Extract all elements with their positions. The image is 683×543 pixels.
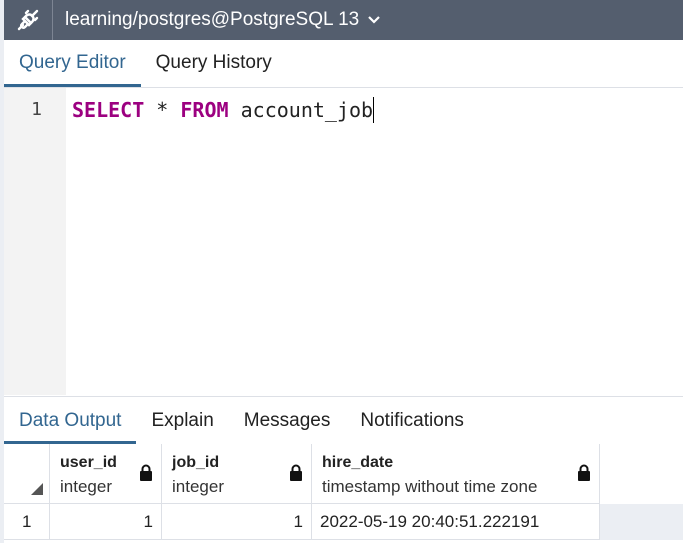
table-name-token: account_job <box>240 98 374 122</box>
column-header-user-id[interactable]: user_id integer <box>50 444 162 504</box>
plug-connection-icon[interactable] <box>4 0 52 40</box>
data-output-grid: user_id integer job_id integer hire_date… <box>4 444 683 543</box>
cell-job-id[interactable]: 1 <box>162 504 312 540</box>
cell-hire-date[interactable]: 2022-05-19 20:40:51.222191 <box>312 504 600 540</box>
column-name: job_id <box>172 454 220 471</box>
connection-separator <box>52 0 53 40</box>
tab-explain[interactable]: Explain <box>136 398 228 444</box>
tab-messages[interactable]: Messages <box>229 398 346 444</box>
lock-icon <box>577 464 591 487</box>
line-number: 1 <box>31 99 42 120</box>
text-cursor <box>373 97 375 123</box>
column-name: user_id <box>60 454 117 471</box>
line-gutter: 1 <box>4 88 66 395</box>
tab-notifications[interactable]: Notifications <box>345 398 479 444</box>
column-header-hire-date[interactable]: hire_date timestamp without time zone <box>312 444 600 504</box>
sql-editor[interactable]: 1 SELECT * FROM account_job <box>4 88 683 395</box>
editor-tabs: Query Editor Query History <box>4 40 683 88</box>
column-header-job-id[interactable]: job_id integer <box>162 444 312 504</box>
keyword-from: FROM <box>180 98 229 122</box>
lock-icon <box>289 464 303 487</box>
keyword-select: SELECT <box>72 98 145 122</box>
connection-bar: learning/postgres@PostgreSQL 13 <box>4 0 683 40</box>
chevron-down-icon[interactable] <box>367 15 381 25</box>
pgadmin-query-tool: learning/postgres@PostgreSQL 13 Query Ed… <box>0 0 683 543</box>
grid-empty-area <box>600 504 683 540</box>
output-tabs: Data Output Explain Messages Notificatio… <box>4 396 683 445</box>
connection-label[interactable]: learning/postgres@PostgreSQL 13 <box>65 9 359 31</box>
row-number-cell[interactable]: 1 <box>4 504 50 540</box>
column-type: integer <box>60 477 112 496</box>
tab-data-output[interactable]: Data Output <box>4 398 137 444</box>
tab-query-editor[interactable]: Query Editor <box>4 40 141 87</box>
sql-code-line[interactable]: SELECT * FROM account_job <box>72 97 375 123</box>
cell-user-id[interactable]: 1 <box>50 504 162 540</box>
select-all-corner[interactable] <box>4 444 50 504</box>
column-type: timestamp without time zone <box>322 477 538 496</box>
column-name: hire_date <box>322 454 394 471</box>
tab-query-history[interactable]: Query History <box>141 40 287 87</box>
column-type: integer <box>172 477 224 496</box>
star-token: * <box>156 98 169 122</box>
lock-icon <box>139 464 153 487</box>
corner-triangle-icon <box>31 483 43 495</box>
